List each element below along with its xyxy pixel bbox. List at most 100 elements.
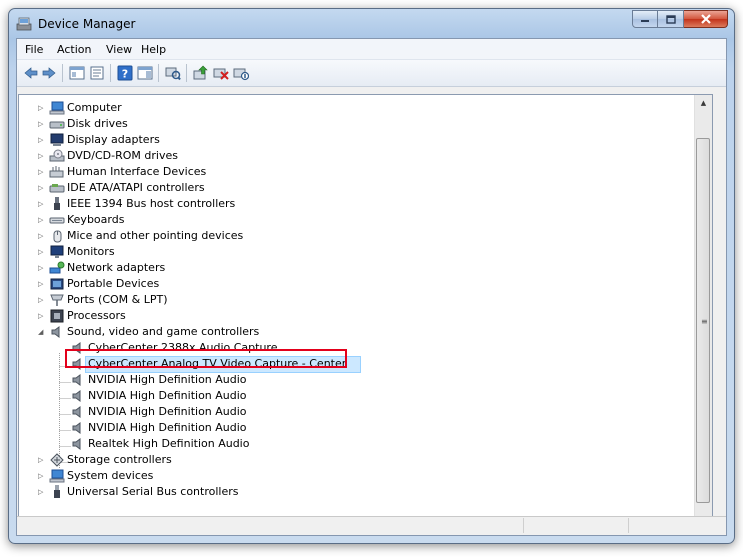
tree-item-ide-ata-atapi-controllers[interactable]: ▷ IDE ATA/ATAPI controllers: [19, 180, 699, 196]
expand-arrow-icon[interactable]: ▷: [38, 168, 46, 177]
tree-child-nvidia-hd-audio[interactable]: NVIDIA High Definition Audio: [19, 404, 699, 420]
expand-arrow-icon[interactable]: ▷: [38, 248, 46, 257]
expand-arrow-icon[interactable]: ▷: [38, 312, 46, 321]
expand-arrow-icon[interactable]: ▷: [38, 120, 46, 129]
properties-icon[interactable]: [89, 65, 105, 81]
status-bar: [17, 516, 726, 535]
speaker-icon: [72, 406, 81, 418]
show-hide-console-tree-icon[interactable]: [69, 65, 85, 81]
tree-item-dvd-cd-rom-drives[interactable]: ▷ DVD/CD-ROM drives: [19, 148, 699, 164]
status-cell: [523, 518, 628, 533]
back-icon[interactable]: [23, 65, 39, 81]
port-icon: [50, 294, 64, 306]
tree-item-label: Storage controllers: [67, 453, 172, 466]
expand-arrow-icon[interactable]: ▷: [38, 184, 46, 193]
maximize-button[interactable]: [658, 10, 684, 28]
tree-child-nvidia-hd-audio[interactable]: NVIDIA High Definition Audio: [19, 372, 699, 388]
tree-item-label: IDE ATA/ATAPI controllers: [67, 181, 205, 194]
storage-controller-icon: [50, 453, 64, 467]
disk-drive-icon: [49, 121, 65, 129]
scrollbar-grip-icon: ≡: [701, 317, 708, 326]
ieee1394-icon: [54, 197, 60, 210]
expand-arrow-icon[interactable]: ▷: [38, 488, 46, 497]
menu-file[interactable]: File: [25, 43, 43, 56]
monitor-icon: [50, 245, 64, 258]
tree-item-label: DVD/CD-ROM drives: [67, 149, 178, 162]
menu-view[interactable]: View: [106, 43, 132, 56]
tree-item-label: NVIDIA High Definition Audio: [88, 421, 247, 434]
tree-item-label: Mice and other pointing devices: [67, 229, 244, 242]
tree-item-portable-devices[interactable]: ▷ Portable Devices: [19, 276, 699, 292]
tree-child-nvidia-hd-audio[interactable]: NVIDIA High Definition Audio: [19, 388, 699, 404]
tree-item-label: Disk drives: [67, 117, 128, 130]
tree-item-label: NVIDIA High Definition Audio: [88, 373, 247, 386]
computer-icon: [49, 101, 65, 115]
tree-item-usb-controllers[interactable]: ▷ Universal Serial Bus controllers: [19, 484, 699, 500]
tree-item-ports[interactable]: ▷ Ports (COM & LPT): [19, 292, 699, 308]
menu-help[interactable]: Help: [141, 43, 166, 56]
expand-arrow-icon[interactable]: ▷: [38, 232, 46, 241]
expand-arrow-icon[interactable]: ▷: [38, 472, 46, 481]
scan-hardware-icon[interactable]: [165, 65, 181, 81]
tree-item-ieee-1394-bus-host-controllers[interactable]: ▷ IEEE 1394 Bus host controllers: [19, 196, 699, 212]
dvd-drive-icon: [49, 149, 65, 162]
tree-item-network-adapters[interactable]: ▷ Network adapters: [19, 260, 699, 276]
device-manager-window: Device Manager File Action View Help ? ▷…: [8, 8, 735, 544]
expand-arrow-icon[interactable]: ▷: [38, 456, 46, 465]
close-button[interactable]: [684, 10, 728, 28]
speaker-icon: [51, 326, 60, 338]
uninstall-icon[interactable]: [213, 65, 229, 81]
ide-controller-icon: [49, 184, 65, 193]
scroll-up-arrow-icon[interactable]: ▲: [699, 98, 708, 108]
tree-item-storage-controllers[interactable]: ▷ Storage controllers: [19, 452, 699, 468]
tree-item-label: Monitors: [67, 245, 115, 258]
tree-item-label: Keyboards: [67, 213, 125, 226]
toolbar-separator: [158, 64, 159, 82]
expand-arrow-icon[interactable]: ▷: [38, 296, 46, 305]
tree-item-monitors[interactable]: ▷ Monitors: [19, 244, 699, 260]
tree-item-label: Sound, video and game controllers: [67, 325, 260, 338]
tree-item-disk-drives[interactable]: ▷ Disk drives: [19, 116, 699, 132]
forward-icon[interactable]: [41, 65, 57, 81]
update-driver-icon[interactable]: [193, 65, 209, 81]
toolbar: ?: [17, 60, 726, 87]
tree-item-mice[interactable]: ▷ Mice and other pointing devices: [19, 228, 699, 244]
scrollbar-thumb[interactable]: ≡: [696, 138, 710, 503]
expand-arrow-icon[interactable]: ▷: [38, 280, 46, 289]
expand-arrow-icon[interactable]: ▷: [38, 264, 46, 273]
tree-item-system-devices[interactable]: ▷ System devices: [19, 468, 699, 484]
help-icon[interactable]: ?: [117, 65, 133, 81]
expand-arrow-icon[interactable]: ▷: [38, 104, 46, 113]
tree-child-realtek-hd-audio[interactable]: Realtek High Definition Audio: [19, 436, 699, 452]
title-bar[interactable]: Device Manager: [9, 9, 734, 38]
tree-item-display-adapters[interactable]: ▷ Display adapters: [19, 132, 699, 148]
tree-item-computer[interactable]: ▷ Computer: [19, 100, 699, 116]
expand-arrow-icon[interactable]: ▷: [38, 136, 46, 145]
tree-item-sound-video-game-controllers[interactable]: ◢ Sound, video and game controllers: [19, 324, 699, 340]
minimize-button[interactable]: [632, 10, 658, 28]
close-icon: [700, 14, 711, 24]
svg-text:?: ?: [122, 68, 128, 81]
collapse-arrow-icon[interactable]: ◢: [38, 328, 46, 337]
system-device-icon: [49, 469, 65, 483]
expand-arrow-icon[interactable]: ▷: [38, 152, 46, 161]
tree-item-label: Ports (COM & LPT): [67, 293, 168, 306]
menu-action[interactable]: Action: [57, 43, 91, 56]
speaker-icon: [72, 422, 81, 434]
disable-icon[interactable]: [233, 65, 249, 81]
tree-item-keyboards[interactable]: ▷ Keyboards: [19, 212, 699, 228]
device-tree[interactable]: ▷ Computer ▷ Disk drives ▷ Display adapt…: [18, 94, 713, 534]
expand-arrow-icon[interactable]: ▷: [38, 216, 46, 225]
tree-item-human-interface-devices[interactable]: ▷ Human Interface Devices: [19, 164, 699, 180]
tree-child-nvidia-hd-audio[interactable]: NVIDIA High Definition Audio: [19, 420, 699, 436]
hid-icon: [49, 166, 64, 178]
client-area: File Action View Help ? ▷ Computer ▷ Dis…: [16, 38, 727, 536]
vertical-scrollbar[interactable]: ▲ ≡ ▼: [694, 95, 712, 533]
speaker-icon: [72, 438, 81, 450]
tree-item-label: Network adapters: [67, 261, 166, 274]
expand-arrow-icon[interactable]: ▷: [38, 200, 46, 209]
action-pane-icon[interactable]: [137, 65, 153, 81]
window-title: Device Manager: [38, 17, 136, 31]
tree-item-processors[interactable]: ▷ Processors: [19, 308, 699, 324]
red-annotation-box: [65, 349, 347, 368]
